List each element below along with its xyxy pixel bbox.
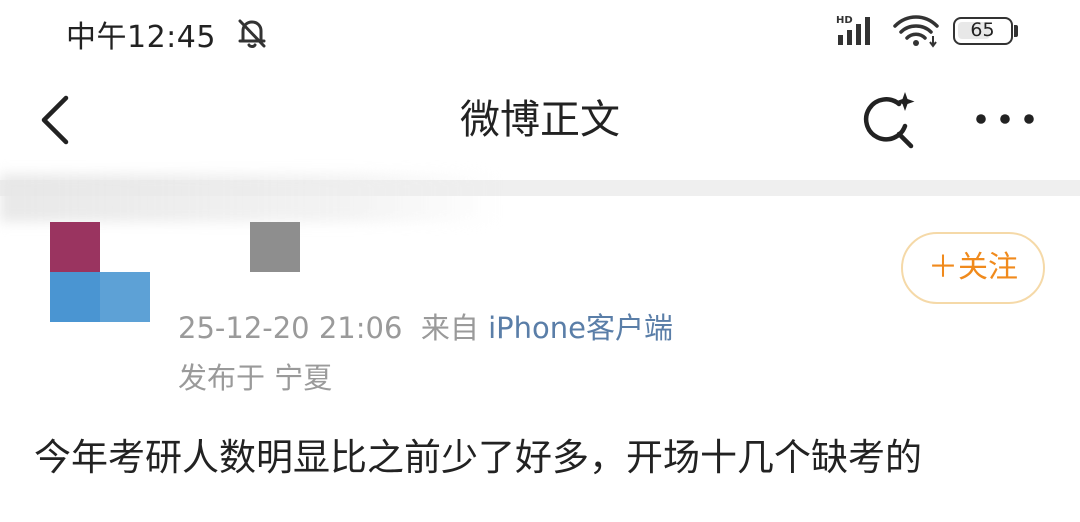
meta-space <box>479 311 488 345</box>
post-location: 发布于 宁夏 <box>178 361 333 395</box>
avatar-pixel <box>50 222 100 272</box>
post-meta: 25-12-20 21:06 来自 iPhone客户端 <box>178 308 673 348</box>
status-bar: 中午12:45 HD 65 <box>0 0 1080 70</box>
wifi-icon <box>893 15 939 48</box>
bell-mute-icon <box>238 19 266 48</box>
avatar-pixel <box>50 272 100 322</box>
network-label: HD <box>836 15 853 26</box>
status-time: 中午12:45 <box>66 20 216 55</box>
blurred-region <box>0 174 500 222</box>
battery-percent: 65 <box>970 19 995 41</box>
follow-button[interactable]: ＋关注 <box>901 232 1045 304</box>
page-title: 微博正文 <box>460 97 620 143</box>
source-prefix: 来自 <box>420 311 479 345</box>
avatar[interactable] <box>50 222 150 322</box>
more-dots-icon[interactable] <box>970 104 1040 134</box>
source-link[interactable]: iPhone客户端 <box>488 311 673 345</box>
signal-hd-icon: HD <box>836 15 870 45</box>
post-timestamp: 25-12-20 21:06 <box>178 311 403 345</box>
post-body: 今年考研人数明显比之前少了好多，开场十几个缺考的 <box>34 436 922 479</box>
search-sparkle-icon[interactable] <box>855 88 921 152</box>
battery-indicator: 65 <box>953 17 1013 45</box>
battery-tip <box>1014 25 1018 37</box>
chevron-left-icon[interactable] <box>30 90 80 150</box>
username-redacted[interactable] <box>250 222 300 272</box>
avatar-pixel <box>100 272 150 322</box>
meta-gap <box>402 311 420 345</box>
weibo-post-screen: 中午12:45 HD 65 微博正文 ＋关注 25-12-20 21:06 来自… <box>0 0 1080 522</box>
